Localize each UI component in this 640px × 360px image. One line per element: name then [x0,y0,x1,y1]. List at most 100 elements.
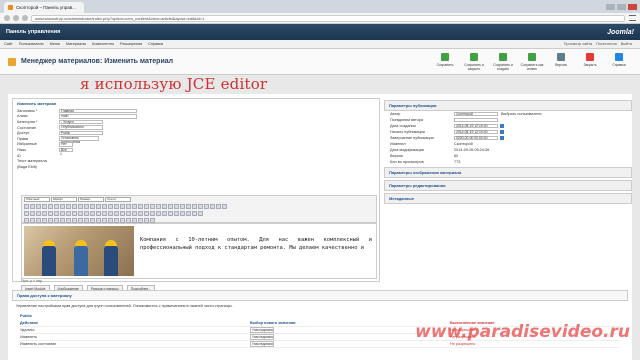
editor-tool-button[interactable] [66,204,71,209]
menu-content[interactable]: Материалы [66,42,86,46]
font-select[interactable]: Шрифт [51,197,77,202]
editor-tool-button[interactable] [150,204,155,209]
close-window-icon[interactable] [628,3,637,10]
editor-tool-button[interactable] [54,204,59,209]
format-select[interactable]: Обычный [24,197,50,202]
form-field-value[interactable]: - Услуги [59,119,103,125]
editor-tool-button[interactable] [42,204,47,209]
editor-tool-button[interactable] [204,204,209,209]
calendar-icon[interactable] [500,130,504,134]
editor-tool-button[interactable] [108,211,113,216]
permission-select[interactable]: Унаследовано [250,327,275,333]
editor-tool-button[interactable] [126,211,131,216]
toolbar-button-6[interactable]: Справка [606,52,632,71]
editor-tool-button[interactable] [168,204,173,209]
menu-components[interactable]: Компоненты [92,42,114,46]
editor-tool-button[interactable] [132,204,137,209]
editor-tool-button[interactable] [90,204,95,209]
editor-tool-button[interactable] [96,204,101,209]
editor-tool-button[interactable] [78,204,83,209]
menu-help[interactable]: Справка [148,42,163,46]
editor-tool-button[interactable] [174,204,179,209]
size-select[interactable]: Размер [78,197,104,202]
editor-tool-button[interactable] [144,211,149,216]
editor-tool-button[interactable] [36,204,41,209]
editor-tool-button[interactable] [102,211,107,216]
editor-tool-button[interactable] [216,204,221,209]
editor-tool-button[interactable] [162,211,167,216]
editor-tool-button[interactable] [132,211,137,216]
editor-tool-button[interactable] [186,204,191,209]
publishing-header[interactable]: Параметры публикации [384,100,632,111]
editor-tool-button[interactable] [60,211,65,216]
editor-tool-button[interactable] [120,211,125,216]
editor-tool-button[interactable] [24,211,29,216]
editor-tool-button[interactable] [84,211,89,216]
editor-tool-button[interactable] [72,204,77,209]
toolbar-button-1[interactable]: Сохранить и закрыть [461,52,487,71]
editor-tool-button[interactable] [186,211,191,216]
form-field-value[interactable]: Public [59,130,103,136]
style-select[interactable]: Стили [105,197,131,202]
editor-tool-button[interactable] [60,204,65,209]
reload-icon[interactable] [22,15,28,21]
editor-tool-button[interactable] [222,204,227,209]
editor-tool-button[interactable] [96,211,101,216]
form-field-value[interactable]: Главная [59,108,137,114]
editor-tool-button[interactable] [192,211,197,216]
menu-users[interactable]: Пользователи [19,42,44,46]
editor-tool-button[interactable] [102,204,107,209]
back-icon[interactable] [4,15,10,21]
url-input[interactable]: www.salonstroy.ru/administrator/index.ph… [31,14,625,22]
forward-icon[interactable] [13,15,19,21]
editor-tool-button[interactable] [144,204,149,209]
editor-tool-button[interactable] [156,204,161,209]
editor-tool-button[interactable] [84,204,89,209]
publishing-value[interactable]: 2014-08-19 12:19:40 [454,129,498,135]
editor-tool-button[interactable] [156,211,161,216]
editor-tool-button[interactable] [162,204,167,209]
editor-tool-button[interactable] [120,204,125,209]
menu-extensions[interactable]: Расширения [120,42,142,46]
form-field-value[interactable]: Нет [59,142,73,147]
editor-tool-button[interactable] [192,204,197,209]
permission-select[interactable]: Унаследовано [250,341,275,347]
menu-site[interactable]: Сайт [4,42,13,46]
editor-tool-button[interactable] [198,211,203,216]
editor-tool-button[interactable] [198,204,203,209]
editor-tool-button[interactable] [138,204,143,209]
editor-tool-button[interactable] [30,204,35,209]
maximize-icon[interactable] [617,3,626,10]
editor-tool-button[interactable] [126,204,131,209]
browser-menu-icon[interactable] [629,15,636,21]
publishing-value[interactable] [454,117,498,123]
editor-tool-button[interactable] [180,204,185,209]
toolbar-button-4[interactable]: Версии [548,52,574,71]
editor-tool-button[interactable] [90,211,95,216]
editor-tool-button[interactable] [48,204,53,209]
editor-tool-button[interactable] [174,211,179,216]
editor-tool-button[interactable] [42,211,47,216]
editor-tool-button[interactable] [210,204,215,209]
toolbar-button-5[interactable]: Закрыть [577,52,603,71]
toolbar-button-2[interactable]: Сохранить и создать [490,52,516,71]
minimize-icon[interactable] [606,3,615,10]
editor-tool-button[interactable] [54,211,59,216]
editor-tool-button[interactable] [66,211,71,216]
publishing-value[interactable]: 2014-08-19 12:19:40 [454,123,498,129]
publishing-section-header[interactable]: Параметры отображения материала [384,167,632,178]
form-field-value[interactable]: main [59,114,137,119]
editor-tool-button[interactable] [72,211,77,216]
toolbar-button-0[interactable]: Сохранить [432,52,458,71]
permissions-header[interactable]: Права доступа к материалу [12,290,628,301]
form-field-value[interactable]: Опубликовано [59,125,103,130]
editor-tool-button[interactable] [138,211,143,216]
publishing-section-header[interactable]: Метаданные [384,193,632,204]
select-user-button[interactable]: Выбрать пользователя [501,112,541,116]
view-site-link[interactable]: Просмотр сайта [564,42,592,46]
logout-link[interactable]: Выйти [621,42,632,46]
editor-tool-button[interactable] [48,211,53,216]
editor-content-area[interactable]: Компания с 10-летним опытом. Для нас важ… [21,223,377,279]
editor-tool-button[interactable] [114,204,119,209]
editor-tool-button[interactable] [108,204,113,209]
